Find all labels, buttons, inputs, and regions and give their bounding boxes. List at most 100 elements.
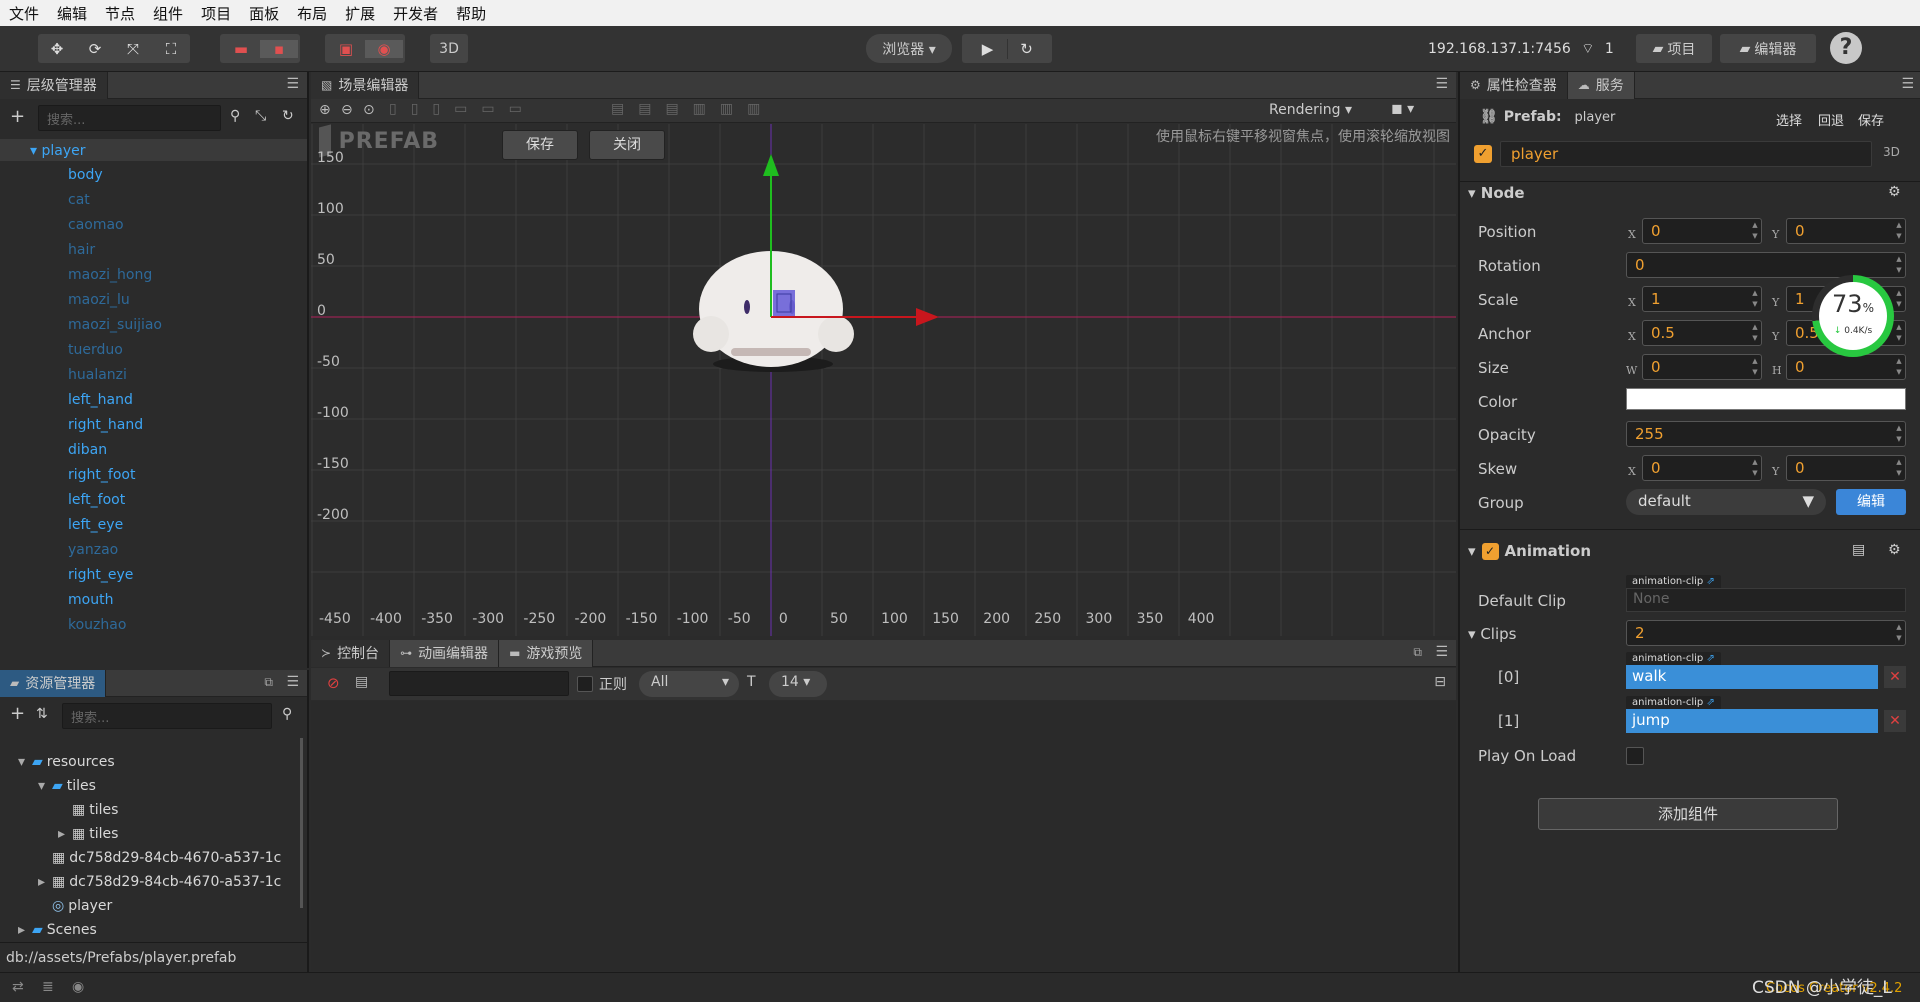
move-tool-icon[interactable]: ✥ bbox=[38, 40, 76, 58]
expand-arrow-icon[interactable]: ▾ bbox=[38, 776, 52, 796]
tree-item-maozi-suijiao[interactable]: maozi_suijiao bbox=[68, 315, 162, 335]
hierarchy-search-input[interactable]: 搜索... bbox=[38, 105, 221, 131]
add-node-icon[interactable]: + bbox=[10, 106, 25, 127]
tab-services[interactable]: ☁ 服务 bbox=[1567, 71, 1635, 99]
asset-item[interactable]: ▾ ▰ resources bbox=[18, 752, 115, 772]
position-x-input[interactable]: 0 ▲ ▼ bbox=[1642, 218, 1762, 244]
menu-developer[interactable]: 开发者 bbox=[384, 3, 447, 24]
tree-item-caomao[interactable]: caomao bbox=[68, 215, 124, 235]
book-icon[interactable]: ▤ bbox=[1852, 542, 1865, 558]
zoom-in-icon[interactable]: ⊕ bbox=[319, 102, 331, 118]
menu-help[interactable]: 帮助 bbox=[447, 3, 495, 24]
collapse-icon[interactable]: ⤡ bbox=[255, 108, 266, 124]
tree-item-left-foot[interactable]: left_foot bbox=[68, 490, 125, 510]
scene-viewport[interactable]: PREFAB 保存 关闭 使用鼠标右键平移视窗焦点，使用滚轮缩放视图 150 10… bbox=[311, 124, 1456, 636]
tree-item-hair[interactable]: hair bbox=[68, 240, 95, 260]
browser-select[interactable]: 浏览器 ▾ bbox=[866, 34, 952, 63]
camera-icon[interactable]: ◼ ▾ bbox=[1391, 101, 1414, 117]
play-on-load-checkbox[interactable] bbox=[1626, 747, 1644, 765]
menu-file[interactable]: 文件 bbox=[0, 3, 48, 24]
rendering-select[interactable]: Rendering ▾ bbox=[1269, 102, 1352, 118]
tree-item-right-hand[interactable]: right_hand bbox=[68, 415, 143, 435]
panel-menu-icon[interactable]: ☰ bbox=[286, 76, 299, 92]
tree-item-cat[interactable]: cat bbox=[68, 190, 90, 210]
tree-item-mouth[interactable]: mouth bbox=[68, 590, 113, 610]
node-section-header[interactable]: ▾ Node bbox=[1468, 184, 1525, 202]
animation-section-header[interactable]: ▾ ✓ Animation bbox=[1468, 542, 1591, 560]
tree-item-maozi-lu[interactable]: maozi_lu bbox=[68, 290, 130, 310]
database-icon[interactable]: ≣ bbox=[42, 979, 54, 995]
clip-1-field[interactable]: jump bbox=[1626, 709, 1878, 733]
popout-icon[interactable]: ⧉ bbox=[264, 675, 273, 690]
panel-menu-icon[interactable]: ☰ bbox=[286, 674, 299, 690]
clip-0-field[interactable]: walk bbox=[1626, 665, 1878, 689]
sort-icon[interactable]: ⇅ bbox=[36, 706, 48, 722]
mode-3d-button[interactable]: 3D bbox=[430, 34, 468, 63]
tree-item-yanzao[interactable]: yanzao bbox=[68, 540, 118, 560]
filter-input[interactable] bbox=[389, 671, 569, 696]
prefab-select-button[interactable]: 选择 bbox=[1776, 110, 1802, 129]
add-component-button[interactable]: 添加组件 bbox=[1538, 798, 1838, 830]
skew-x-input[interactable]: 0 ▲ ▼ bbox=[1642, 455, 1762, 481]
menu-extension[interactable]: 扩展 bbox=[336, 3, 384, 24]
popout-icon[interactable]: ⧉ bbox=[1413, 645, 1422, 660]
default-clip-field[interactable]: None bbox=[1626, 588, 1906, 612]
collapse-arrow-icon[interactable]: ▸ bbox=[18, 920, 32, 940]
panel-menu-icon[interactable]: ☰ bbox=[1435, 76, 1448, 92]
search-icon[interactable]: ⚲ bbox=[230, 108, 240, 124]
asset-item[interactable]: ▾ ▰ tiles bbox=[38, 776, 96, 796]
distribute-icons[interactable]: ▤▤▤▥▥▥ bbox=[611, 101, 774, 117]
collapse-arrow-icon[interactable]: ▸ bbox=[38, 872, 52, 892]
tree-item-body[interactable]: body bbox=[68, 165, 103, 185]
panel-menu-icon[interactable]: ☰ bbox=[1435, 644, 1448, 660]
scale-x-input[interactable]: 1 ▲ ▼ bbox=[1642, 286, 1762, 312]
size-h-input[interactable]: 0 ▲ ▼ bbox=[1786, 354, 1906, 380]
center-icon[interactable]: ▪ bbox=[260, 39, 298, 58]
regex-checkbox[interactable] bbox=[577, 676, 593, 692]
menu-node[interactable]: 节点 bbox=[96, 3, 144, 24]
menu-edit[interactable]: 编辑 bbox=[48, 3, 96, 24]
skew-y-input[interactable]: 0 ▲ ▼ bbox=[1786, 455, 1906, 481]
asset-item[interactable]: ◎ player bbox=[38, 896, 112, 916]
position-y-input[interactable]: 0 ▲ ▼ bbox=[1786, 218, 1906, 244]
animation-settings-icon[interactable]: ⚙ bbox=[1888, 542, 1901, 558]
collapse-arrow-icon[interactable]: ▸ bbox=[58, 824, 72, 844]
tab-inspector[interactable]: ⚙ 属性检查器 bbox=[1460, 71, 1568, 99]
tab-console[interactable]: ≻ 控制台 bbox=[311, 639, 391, 667]
log-level-select[interactable]: All ▾ bbox=[639, 671, 739, 697]
help-icon[interactable]: ? bbox=[1830, 32, 1862, 64]
expand-arrow-icon[interactable]: ▾ bbox=[30, 143, 37, 159]
tree-item-diban[interactable]: diban bbox=[68, 440, 107, 460]
zoom-out-icon[interactable]: ⊖ bbox=[341, 102, 353, 118]
editor-button[interactable]: ▰ 编辑器 bbox=[1720, 34, 1816, 63]
menu-panel[interactable]: 面板 bbox=[240, 3, 288, 24]
tree-item-right-eye[interactable]: right_eye bbox=[68, 565, 133, 585]
clip-0-remove-icon[interactable]: ✕ bbox=[1884, 666, 1906, 688]
tree-item-left-eye[interactable]: left_eye bbox=[68, 515, 123, 535]
tab-scene[interactable]: ▧ 场景编辑器 bbox=[311, 71, 420, 99]
menu-component[interactable]: 组件 bbox=[144, 3, 192, 24]
sync-icon[interactable]: ⇄ bbox=[12, 979, 24, 995]
node-name-input[interactable]: player bbox=[1500, 141, 1872, 167]
refresh-icon[interactable]: ↻ bbox=[282, 108, 294, 124]
tab-animation-editor[interactable]: ⊶ 动画编辑器 bbox=[390, 639, 500, 667]
clips-label[interactable]: ▾ Clips bbox=[1468, 625, 1516, 643]
rect-tool-icon[interactable]: ⛶ bbox=[152, 40, 190, 58]
asset-item[interactable]: ▦ tiles bbox=[58, 800, 118, 820]
tree-item-tuerduo[interactable]: tuerduo bbox=[68, 340, 123, 360]
eye-icon[interactable]: ◉ bbox=[72, 979, 84, 995]
rotation-input[interactable]: 0 ▲ ▼ bbox=[1626, 252, 1906, 278]
menu-project[interactable]: 项目 bbox=[192, 3, 240, 24]
play-icon[interactable]: ▶ bbox=[969, 40, 1007, 58]
local-icon[interactable]: ▣ bbox=[327, 40, 365, 58]
tree-item-left-hand[interactable]: left_hand bbox=[68, 390, 133, 410]
assets-scrollbar[interactable] bbox=[300, 738, 303, 908]
pivot-icon[interactable]: ▬ bbox=[222, 40, 260, 58]
prefab-save-button[interactable]: 保存 bbox=[1858, 110, 1884, 129]
group-edit-button[interactable]: 编辑 bbox=[1836, 489, 1906, 515]
panel-menu-icon[interactable]: ☰ bbox=[1901, 76, 1914, 92]
prefab-revert-button[interactable]: 回退 bbox=[1818, 110, 1844, 129]
project-button[interactable]: ▰ 项目 bbox=[1636, 34, 1712, 63]
tree-item-root[interactable]: ▾ player bbox=[30, 141, 86, 161]
node-settings-icon[interactable]: ⚙ bbox=[1888, 184, 1901, 200]
